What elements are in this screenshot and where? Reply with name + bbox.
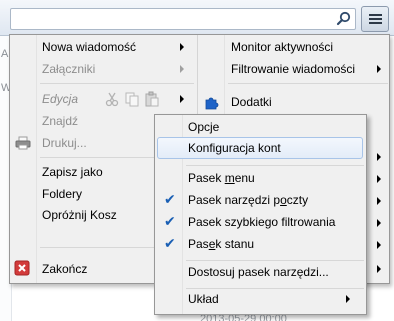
copy-icon[interactable] (124, 91, 140, 107)
separator (186, 260, 364, 261)
background-text: A (1, 48, 9, 60)
label-part: enu (234, 171, 255, 185)
app-menu-button[interactable] (361, 6, 389, 32)
access-key: m (224, 171, 235, 185)
menu-item-label: Załączniki (42, 62, 96, 76)
separator (40, 83, 194, 84)
menu-item-label: Zapisz jako (42, 165, 103, 179)
menu-item-label: Nowa wiadomość (42, 40, 137, 54)
menu-item-label: Znajdź (42, 114, 79, 128)
menu-item-label: Dodatki (231, 95, 272, 109)
menu-item-label: Dostosuj pasek narzędzi... (188, 265, 329, 279)
submenu-arrow-icon (180, 43, 184, 51)
submenu-arrow-icon (377, 241, 381, 249)
toolbar (0, 0, 394, 36)
label-part: Pas (188, 237, 209, 251)
paste-icon[interactable] (144, 91, 160, 107)
menu-item-attachments[interactable]: Załączniki (42, 59, 192, 79)
separator (186, 165, 364, 166)
submenu-arrow-icon (377, 65, 381, 73)
menu-item-addons[interactable]: Dodatki (231, 92, 381, 112)
submenu-arrow-icon (180, 65, 184, 73)
submenu-arrow-icon (377, 219, 381, 227)
menu-item-label: Opcje (188, 120, 220, 134)
menu-item-label: Pasek menu (188, 171, 255, 185)
submenu-item-quick-filter-bar[interactable]: Pasek szybkiego filtrowania (188, 212, 363, 232)
menu-item-edit[interactable]: Edycja (42, 89, 102, 109)
label-part: Pasek (188, 171, 225, 185)
hamburger-icon-bar (369, 18, 382, 20)
submenu-arrow-icon (346, 295, 350, 303)
menu-item-label: Foldery (42, 187, 83, 201)
quit-icon (14, 260, 30, 276)
menu-item-label: Układ (188, 292, 219, 306)
menu-item-label: Zakończ (42, 262, 88, 276)
submenu-item-menu-bar[interactable]: Pasek menu (188, 168, 358, 188)
submenu-arrow-icon (377, 175, 381, 183)
search-input[interactable] (10, 8, 356, 30)
submenu-arrow-icon (377, 197, 381, 205)
print-icon (15, 136, 31, 150)
checkmark-icon: ✔ (164, 236, 176, 252)
cut-icon[interactable] (104, 91, 120, 107)
submenu-item-layout[interactable]: Układ (188, 289, 358, 309)
hamburger-icon (369, 14, 382, 16)
submenu-item-status-bar[interactable]: Pasek stanu (188, 234, 358, 254)
access-key: o (280, 193, 287, 207)
icon-gutter (10, 35, 37, 283)
hamburger-icon-bar (369, 22, 382, 24)
checkmark-icon: ✔ (164, 214, 176, 230)
submenu-arrow-icon (377, 153, 381, 161)
menu-item-label: Pasek stanu (188, 237, 254, 251)
menu-item-label: Opróżnij Kosz (42, 208, 117, 222)
submenu-item-mail-toolbar[interactable]: Pasek narzędzi poczty (188, 190, 358, 210)
menu-item-label: Drukuj... (42, 136, 87, 150)
menu-item-label: Konfiguracja kont (188, 141, 281, 155)
submenu-item-options[interactable]: Opcje (188, 117, 358, 137)
search-icon[interactable] (335, 10, 353, 28)
submenu-item-account-settings[interactable]: Konfiguracja kont (188, 138, 358, 158)
submenu-item-customize-toolbar[interactable]: Dostosuj pasek narzędzi... (188, 262, 363, 282)
menu-item-label: Edycja (42, 92, 79, 106)
label-part: k stanu (215, 237, 255, 251)
preferences-submenu: Opcje Konfiguracja kont Pasek menu ✔ Pas… (154, 114, 367, 315)
menu-item-new-message[interactable]: Nowa wiadomość (42, 37, 192, 57)
addons-puzzle-icon (205, 97, 219, 110)
menu-item-label: Filtrowanie wiadomości (231, 62, 356, 76)
menu-item-label: Pasek narzędzi poczty (188, 193, 308, 207)
menu-item-message-filters[interactable]: Filtrowanie wiadomości (231, 59, 381, 79)
submenu-arrow-icon (377, 265, 381, 273)
separator (228, 83, 388, 84)
label-part: Pasek narzędzi p (188, 193, 281, 207)
menu-item-label: Monitor aktywności (231, 40, 334, 54)
label-part: czty (286, 193, 309, 207)
menu-item-activity-monitor[interactable]: Monitor aktywności (231, 37, 381, 57)
menu-item-label: Pasek szybkiego filtrowania (188, 215, 336, 229)
checkmark-icon: ✔ (164, 192, 176, 208)
submenu-arrow-icon (180, 95, 184, 103)
